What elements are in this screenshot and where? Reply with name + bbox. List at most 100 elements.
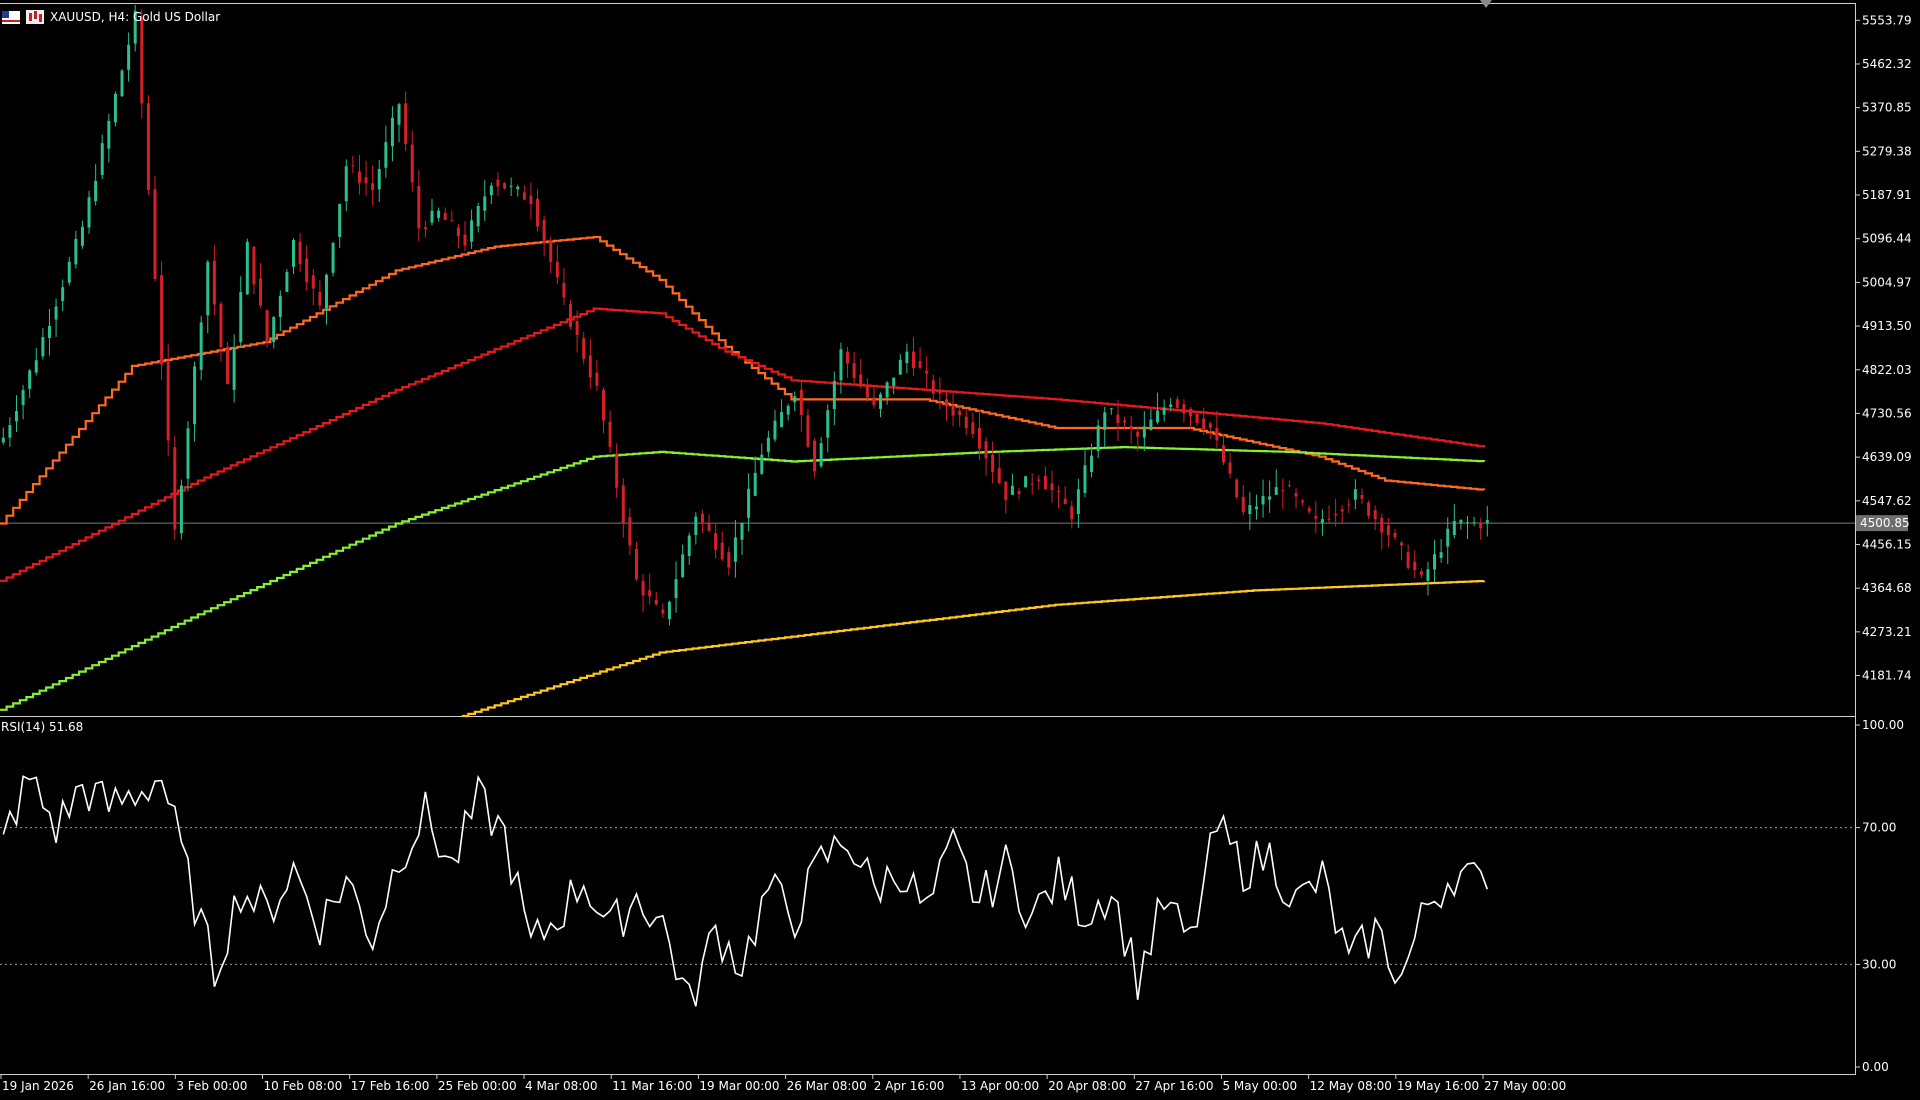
rsi-label: RSI(14) 51.68 (1, 720, 84, 734)
candle (681, 544, 685, 578)
candle (1241, 484, 1245, 516)
candle (1426, 561, 1430, 596)
candle (324, 273, 328, 325)
price-tick-label: 5187.91 (1862, 188, 1912, 202)
current-price-label: 4500.85 (1860, 516, 1910, 530)
candle (67, 256, 71, 286)
candle (760, 443, 764, 476)
candle (1485, 506, 1489, 537)
candle (186, 421, 190, 492)
scroll-marker-icon[interactable] (1480, 0, 1492, 8)
candle (338, 203, 342, 248)
price-tick-label: 5462.32 (1862, 57, 1912, 71)
candle (608, 410, 612, 453)
candle (786, 403, 790, 421)
candle (1254, 494, 1258, 520)
candle (628, 507, 632, 556)
candle (1439, 538, 1443, 563)
candle (1314, 501, 1318, 534)
candle (410, 130, 414, 192)
candle (1129, 415, 1133, 444)
price-tick-label: 5370.85 (1862, 101, 1912, 115)
candle (1472, 516, 1476, 527)
candle (331, 241, 335, 277)
candle (509, 177, 513, 197)
candle (34, 347, 38, 376)
price-tick-label: 4913.50 (1862, 319, 1912, 333)
candle (1123, 416, 1127, 429)
candle (964, 408, 968, 436)
candle (298, 233, 302, 272)
candle (1116, 399, 1120, 441)
candle (1340, 505, 1344, 523)
time-tick-label: 4 Mar 08:00 (525, 1079, 598, 1093)
candle (417, 170, 421, 242)
candle (773, 409, 777, 443)
candle (892, 377, 896, 395)
time-tick-label: 3 Feb 00:00 (176, 1079, 247, 1093)
rsi-tick-label: 30.00 (1862, 957, 1896, 971)
candle (232, 334, 236, 403)
candle (397, 102, 401, 143)
candle (384, 125, 388, 178)
candle (991, 441, 995, 484)
time-tick-label: 10 Feb 08:00 (264, 1079, 343, 1093)
rsi-level-lines (0, 827, 1855, 965)
candle (166, 344, 170, 457)
chart-title: XAUUSD, H4: Gold US Dollar (50, 10, 221, 24)
time-tick-label: 27 May 00:00 (1484, 1079, 1566, 1093)
price-axis: 5553.79 5462.32 5370.85 5279.38 5187.91 5096.… (1855, 13, 1912, 683)
candle (74, 230, 78, 269)
candle (1400, 541, 1404, 561)
candle (694, 512, 698, 545)
candle (450, 210, 454, 222)
candle (661, 603, 665, 618)
candle (1307, 505, 1311, 514)
candle (720, 531, 724, 562)
time-tick-label: 5 May 00:00 (1222, 1079, 1297, 1093)
candle (1452, 504, 1456, 539)
candle (160, 261, 164, 381)
candle (351, 155, 355, 174)
candle (1004, 481, 1008, 514)
moving-average-line-3 (0, 446, 1486, 711)
candle (918, 347, 922, 370)
candle (61, 279, 65, 312)
price-tick-label: 4181.74 (1862, 669, 1912, 683)
moving-average-line-4 (461, 580, 1486, 718)
candle (1380, 513, 1384, 550)
candle (542, 215, 546, 257)
price-tick-label: 5279.38 (1862, 144, 1912, 158)
candle (1096, 419, 1100, 458)
candle (997, 452, 1001, 485)
candle (100, 134, 104, 180)
candle (536, 189, 540, 232)
candle (219, 301, 223, 362)
candle (1301, 498, 1305, 507)
candle (193, 361, 197, 442)
candle (872, 384, 876, 409)
candle (489, 182, 493, 205)
candle (1228, 452, 1232, 479)
candlestick-chart-icon (26, 10, 44, 24)
price-tick-label: 4639.09 (1862, 450, 1912, 464)
candle (292, 238, 296, 275)
flag-icon (2, 10, 20, 24)
candle (305, 244, 309, 291)
price-tick-label: 4822.03 (1862, 363, 1912, 377)
candle (1419, 568, 1423, 579)
candle (1142, 411, 1146, 452)
candle (601, 387, 605, 434)
candle (753, 456, 757, 497)
candle (714, 524, 718, 559)
price-tick-label: 5096.44 (1862, 232, 1912, 246)
rsi-tick-label: 100.00 (1862, 718, 1904, 732)
candle (667, 600, 671, 626)
candle (1109, 408, 1113, 415)
candle (1235, 478, 1239, 500)
candle (1103, 406, 1107, 447)
candle (859, 358, 863, 389)
candle (14, 395, 18, 433)
candle (1261, 479, 1265, 518)
candle (443, 207, 447, 221)
